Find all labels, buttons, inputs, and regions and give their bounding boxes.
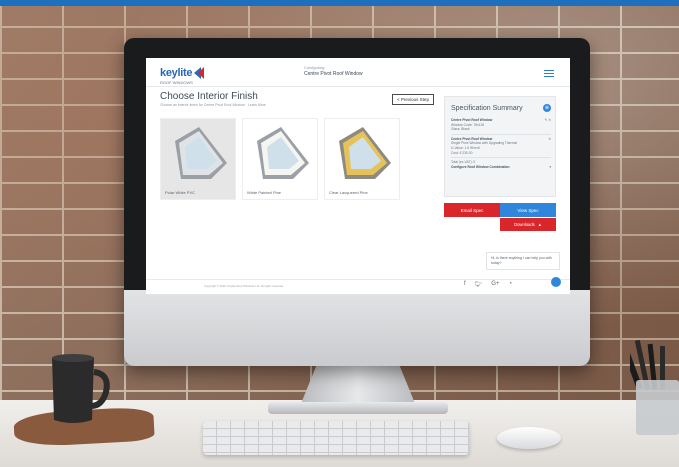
chat-prompt[interactable]: Hi, is there anything I can help you wit… [486, 252, 560, 270]
window-frame-icon [339, 127, 391, 179]
spec-title: Specification Summary [451, 105, 523, 112]
google-plus-icon[interactable]: G+ [491, 281, 499, 288]
logo-text: keylite [160, 67, 193, 79]
downloads-label: Downloads [514, 222, 535, 227]
finish-label: Polar White PVC [165, 190, 196, 195]
finish-label: White Painted Pine [247, 190, 282, 195]
pencil-cup-icon [630, 340, 679, 435]
view-spec-button[interactable]: View Spec [500, 203, 556, 217]
social-links: f 🐦︎ G+ ◔ [464, 281, 512, 288]
twitter-icon[interactable]: 🐦︎ [475, 281, 483, 288]
finish-label: Clear Lacquered Pine [329, 190, 368, 195]
rss-icon[interactable]: ◔ [508, 281, 512, 288]
monitor-chin [124, 290, 590, 366]
spec-divider [451, 133, 551, 135]
specification-summary-panel: Specification Summary ⊕ Centre Pivot Roo… [444, 96, 556, 197]
logo-mark-icon [194, 67, 205, 79]
window-frame-icon [257, 127, 309, 179]
email-spec-button[interactable]: Email Spec [444, 203, 500, 217]
page-subtitle: Choose an interior finish for Centre Piv… [160, 103, 266, 107]
previous-step-button[interactable]: < Previous Step [392, 94, 434, 105]
finish-option-white-pine[interactable]: White Painted Pine [242, 118, 318, 200]
footer-copyright: Copyright © 2016. Keylite Roof Windows L… [204, 284, 284, 288]
chat-bubble-icon[interactable] [551, 277, 561, 287]
keylite-logo[interactable]: keylite [160, 66, 205, 80]
spec-row: Cost: £ 230.00 [451, 150, 473, 155]
screen: keylite ROOF WINDOWS Configuring Centre … [146, 58, 570, 294]
cart-icon[interactable]: ⊕ [543, 104, 551, 112]
hamburger-menu-icon[interactable] [544, 70, 554, 77]
config-label: Configuring [304, 65, 325, 70]
coffee-mug-icon [52, 354, 110, 423]
configurator-heading: Configuring Centre Pivot Roof Window [304, 65, 424, 77]
window-frame-icon [175, 127, 227, 179]
finish-options: Polar White PVC White Painted Pine Clear… [160, 118, 400, 200]
finish-option-polar-white[interactable]: Polar White PVC [160, 118, 236, 200]
spec-divider [451, 157, 551, 159]
monitor-stand [300, 366, 416, 406]
spec-row[interactable]: Configure Roof Window Combination ▾ [451, 165, 551, 170]
finish-option-lacquered-pine[interactable]: Clear Lacquered Pine [324, 118, 400, 200]
header-divider [146, 86, 570, 87]
spec-row: Glass: Blank [451, 127, 470, 132]
facebook-icon[interactable]: f [464, 281, 466, 288]
logo-subtext: ROOF WINDOWS [160, 80, 193, 85]
downloads-button[interactable]: Downloads ▲ [500, 218, 556, 231]
mouse [497, 427, 561, 449]
spec-rows: Centre Pivot Roof Window ✎ ✕ Window Code:… [451, 118, 551, 169]
page-title: Choose Interior Finish [160, 91, 258, 102]
footer-divider [146, 279, 570, 280]
monitor-stand-base [268, 402, 448, 414]
keyboard [203, 421, 469, 455]
warning-icon: ▲ [537, 222, 542, 227]
top-accent-strip [0, 0, 679, 6]
config-product-title: Centre Pivot Roof Window [304, 71, 363, 77]
